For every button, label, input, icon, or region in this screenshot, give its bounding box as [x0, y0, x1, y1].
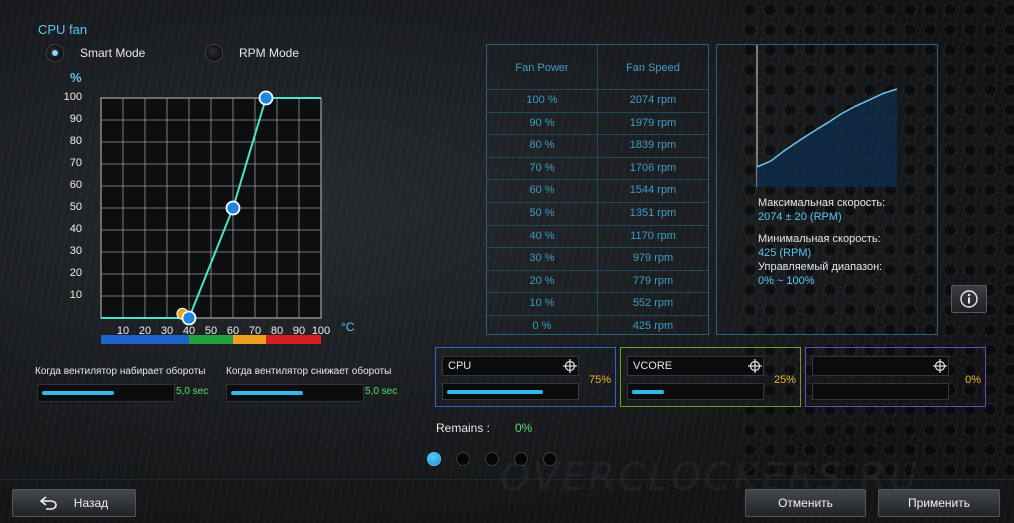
- sensor-box[interactable]: 0%: [805, 347, 986, 407]
- table-cell-speed: 2074 rpm: [629, 94, 677, 106]
- sensor-level-bar: [812, 383, 949, 400]
- table-cell-speed: 779 rpm: [632, 274, 674, 287]
- table-row-divider: [487, 134, 708, 136]
- temperature-band: [189, 335, 233, 344]
- table-row-divider: [487, 202, 708, 203]
- sensor-select[interactable]: [812, 356, 949, 376]
- curve-control-point[interactable]: [225, 200, 241, 216]
- table-cell-power: 0 %: [532, 320, 552, 332]
- spin-down-slider[interactable]: [226, 384, 364, 402]
- spin-up-slider-fill: [42, 391, 114, 395]
- page-dot[interactable]: [485, 452, 499, 466]
- bottom-divider: [0, 479, 1014, 480]
- table-cell-speed: 1979 rpm: [629, 116, 677, 129]
- table-header-divider: [487, 89, 708, 90]
- back-button[interactable]: Назад: [12, 489, 136, 517]
- table-row-divider: [487, 111, 708, 113]
- table-cell-speed: 1170 rpm: [630, 229, 676, 242]
- crosshair-icon: [933, 359, 947, 373]
- temperature-band: [233, 335, 266, 344]
- spin-up-label: Когда вентилятор набирает обороты: [35, 366, 206, 377]
- spin-down-value: 5,0 sec: [365, 386, 398, 397]
- sensor-box[interactable]: VCORE 25%: [620, 347, 801, 407]
- table-cell-power: 50 %: [529, 207, 555, 219]
- table-cell-power: 60 %: [529, 184, 555, 197]
- page-dot[interactable]: [543, 452, 557, 466]
- curve-control-point[interactable]: [181, 310, 197, 326]
- sensor-percent: 0%: [965, 374, 981, 386]
- max-speed-value: 2074 ± 20 (RPM): [758, 211, 842, 223]
- remains-value: 0%: [515, 421, 533, 435]
- table-cell-speed: 1544 rpm: [629, 184, 677, 197]
- apply-button-label: Применить: [907, 496, 970, 510]
- table-cell-power: 20 %: [529, 274, 555, 287]
- page-dot[interactable]: [427, 452, 441, 466]
- rpm-curve-graph: [756, 45, 898, 187]
- table-header-power: Fan Power: [515, 62, 569, 74]
- table-cell-speed: 1839 rpm: [629, 139, 677, 152]
- sensor-select[interactable]: CPU: [442, 356, 579, 376]
- sensor-percent: 75%: [588, 374, 611, 386]
- table-row-divider: [487, 292, 708, 294]
- table-cell-speed: 979 rpm: [632, 252, 674, 265]
- table-row-divider: [487, 156, 708, 158]
- curve-control-point[interactable]: [258, 90, 274, 106]
- sensor-level-bar: [627, 383, 764, 400]
- range-label: Управляемый диапазон:: [758, 261, 883, 273]
- info-button[interactable]: [951, 285, 987, 313]
- min-speed-value: 425 (RPM): [758, 247, 812, 259]
- table-row-divider: [487, 179, 708, 181]
- table-cell-power: 70 %: [529, 161, 555, 174]
- table-cell-power: 80 %: [529, 139, 555, 152]
- cancel-button[interactable]: Отменить: [745, 489, 866, 517]
- temperature-band: [266, 335, 321, 344]
- table-cell-speed: 1706 rpm: [629, 161, 677, 174]
- cancel-button-label: Отменить: [778, 496, 833, 510]
- remains-label: Remains :: [436, 421, 491, 435]
- table-cell-power: 90 %: [529, 116, 555, 129]
- range-value: 0% ~ 100%: [758, 275, 815, 287]
- sensor-percent: 25%: [773, 374, 796, 386]
- sensor-level-fill: [447, 390, 543, 394]
- spin-up-value: 5,0 sec: [176, 386, 209, 397]
- sensor-box[interactable]: CPU 75%: [435, 347, 616, 407]
- spin-down-label: Когда вентилятор снижает обороты: [226, 366, 392, 377]
- x-unit-label: °C: [341, 320, 355, 334]
- back-arrow-icon: [39, 496, 57, 510]
- table-cell-speed: 552 rpm: [632, 297, 674, 310]
- info-icon: [960, 290, 978, 308]
- table-cell-power: 40 %: [529, 229, 555, 242]
- table-header-speed: Fan Speed: [626, 62, 680, 74]
- table-cell-power: 100 %: [526, 94, 558, 106]
- crosshair-icon: [748, 359, 762, 373]
- table-row-divider: [487, 247, 708, 249]
- table-row-divider: [487, 224, 708, 226]
- sensor-name-label: VCORE: [633, 360, 673, 372]
- min-speed-label: Минимальная скорость:: [758, 233, 881, 245]
- sensor-name-label: CPU: [448, 360, 472, 372]
- rpm-curve-area: [757, 89, 897, 187]
- table-row-divider: [487, 269, 708, 271]
- table-cell-speed: 1351 rpm: [629, 207, 677, 219]
- temperature-band: [101, 335, 189, 344]
- fan-curve-chart[interactable]: [0, 0, 340, 340]
- crosshair-icon: [563, 359, 577, 373]
- sensor-level-fill: [632, 390, 664, 394]
- table-row-divider: [487, 315, 708, 316]
- apply-button[interactable]: Применить: [878, 489, 1000, 517]
- spin-up-slider[interactable]: [37, 384, 175, 402]
- max-speed-label: Максимальная скорость:: [758, 197, 886, 209]
- spin-down-slider-fill: [231, 391, 303, 395]
- sensor-select[interactable]: VCORE: [627, 356, 764, 376]
- table-cell-power: 30 %: [529, 252, 555, 265]
- back-button-label: Назад: [73, 496, 109, 510]
- fan-speed-table: Fan Power Fan Speed 100 % 2074 rpm 90 % 197…: [486, 44, 709, 335]
- table-cell-speed: 425 rpm: [632, 320, 674, 332]
- page-dot[interactable]: [514, 452, 528, 466]
- sensor-level-bar: [442, 383, 579, 400]
- rpm-curve-panel: Максимальная скорость: 2074 ± 20 (RPM) М…: [716, 44, 938, 335]
- page-dot[interactable]: [456, 452, 470, 466]
- table-cell-power: 10 %: [529, 297, 555, 310]
